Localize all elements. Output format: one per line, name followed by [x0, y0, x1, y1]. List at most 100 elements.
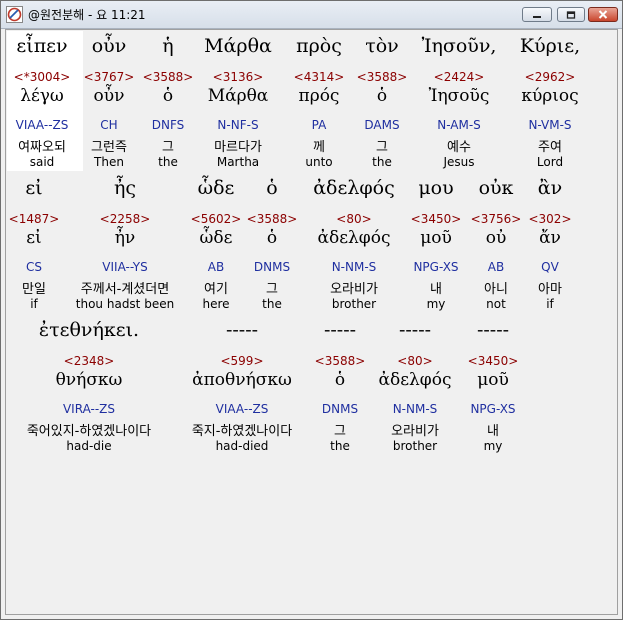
- lemma: Μάρθα: [207, 86, 269, 106]
- close-button[interactable]: [588, 7, 618, 22]
- parsing-code: VIAA--ZS: [15, 118, 69, 132]
- english-gloss: not: [486, 297, 506, 311]
- maximize-button[interactable]: [557, 7, 585, 22]
- english-gloss: here: [202, 297, 230, 311]
- parsing-code: PA: [311, 118, 327, 132]
- korean-gloss: 그: [266, 282, 278, 297]
- parsing-code: VIRA--ZS: [62, 402, 116, 416]
- korean-gloss: 주여: [538, 140, 562, 155]
- english-gloss: brother: [331, 297, 377, 311]
- parsing-code: DNFS: [151, 118, 185, 132]
- greek-word: Κύριε,: [519, 35, 581, 57]
- strong-number: <3756>: [470, 212, 522, 226]
- title-bar[interactable]: @원전분해 - 요 11:21: [1, 1, 622, 29]
- lemma: εἰ: [26, 228, 42, 248]
- strong-number: <302>: [528, 212, 572, 226]
- parsing-code: DNMS: [321, 402, 359, 416]
- korean-gloss: 죽어있지-하였겠나이다: [26, 424, 152, 439]
- greek-word: εἰ: [25, 177, 43, 199]
- greek-word: πρὸς: [296, 35, 342, 57]
- english-gloss: my: [483, 439, 503, 453]
- strong-number: <*3004>: [13, 70, 71, 84]
- lemma: ὁ: [162, 86, 174, 106]
- lemma: μοῦ: [477, 370, 509, 390]
- english-gloss: Then: [94, 155, 124, 169]
- lemma: Ἰησοῦς: [428, 86, 490, 106]
- korean-gloss: 께: [313, 140, 325, 155]
- lemma: ἀδελφός: [317, 228, 391, 248]
- greek-word: μου: [418, 177, 454, 199]
- english-gloss: said: [29, 155, 55, 169]
- parsing-code: N-NM-S: [331, 260, 377, 274]
- english-gloss: the: [330, 439, 350, 453]
- greek-word: Ἰησοῦν,: [421, 35, 497, 57]
- app-window: @원전분해 - 요 11:21 εἶπεν <*3004> λέγω VIAA-…: [0, 0, 623, 620]
- english-gloss: had-died: [215, 439, 269, 453]
- strong-number: <2348>: [63, 354, 115, 368]
- english-gloss: my: [426, 297, 446, 311]
- greek-word: -----: [476, 319, 510, 341]
- korean-gloss: 만일: [22, 282, 46, 297]
- english-gloss: had-die: [66, 439, 112, 453]
- lemma: μοῦ: [420, 228, 452, 248]
- lemma: ἀποθνήσκω: [192, 370, 292, 390]
- korean-gloss: 오라비가: [330, 282, 378, 297]
- korean-gloss: 내: [430, 282, 442, 297]
- lemma: οὐ: [485, 228, 507, 248]
- parsing-code: N-VM-S: [528, 118, 572, 132]
- parsing-code: VIIA--YS: [102, 260, 148, 274]
- strong-number: <3450>: [467, 354, 519, 368]
- lemma: κύριος: [521, 86, 579, 106]
- parsing-code: VIAA--ZS: [215, 402, 269, 416]
- strong-number: <3588>: [356, 70, 408, 84]
- parsing-code: CS: [26, 260, 42, 274]
- app-logo-icon: [6, 6, 23, 23]
- window-title: @원전분해 - 요 11:21: [28, 8, 146, 22]
- greek-word: οὖν: [91, 35, 127, 57]
- english-gloss: thou hadst been: [75, 297, 175, 311]
- korean-gloss: 아마: [538, 282, 562, 297]
- korean-gloss: 아니: [484, 282, 508, 297]
- close-icon: [598, 10, 608, 19]
- lemma: ἄν: [539, 228, 561, 248]
- parsing-code: N-AM-S: [437, 118, 481, 132]
- greek-word: ἡ: [162, 35, 174, 57]
- greek-word: ἦς: [113, 177, 137, 199]
- korean-gloss: 여기: [204, 282, 228, 297]
- greek-word: ὁ: [266, 177, 278, 199]
- lemma: ὁ: [376, 86, 388, 106]
- korean-gloss: 예수: [447, 140, 471, 155]
- korean-gloss: 그: [162, 140, 174, 155]
- english-gloss: brother: [392, 439, 438, 453]
- korean-gloss: 그: [376, 140, 388, 155]
- parsing-code: NPG-XS: [470, 402, 516, 416]
- maximize-icon: [566, 10, 576, 19]
- strong-number: <1487>: [8, 212, 60, 226]
- strong-number: <2424>: [433, 70, 485, 84]
- english-gloss: if: [30, 297, 38, 311]
- strong-number: <3450>: [410, 212, 462, 226]
- korean-gloss: 내: [487, 424, 499, 439]
- parsing-code: N-NM-S: [392, 402, 438, 416]
- parsing-code: QV: [541, 260, 559, 274]
- greek-word: Μάρθα: [204, 35, 272, 57]
- greek-word: -----: [225, 319, 259, 341]
- parsing-code: NPG-XS: [413, 260, 459, 274]
- parsing-code: DAMS: [364, 118, 400, 132]
- korean-gloss: 여짜오되: [18, 140, 66, 155]
- korean-gloss: 그런즉: [91, 140, 127, 155]
- minimize-button[interactable]: [522, 7, 552, 22]
- korean-gloss: 그: [334, 424, 346, 439]
- korean-gloss: 마르다가: [214, 140, 262, 155]
- lemma: ἀδελφός: [378, 370, 452, 390]
- minimize-icon: [533, 15, 541, 18]
- interlinear-panel: εἶπεν <*3004> λέγω VIAA--ZS 여짜오되 said οὖ…: [5, 29, 618, 615]
- greek-word: ἂν: [537, 177, 563, 199]
- korean-gloss: 주께서-계셨더면: [80, 282, 170, 297]
- greek-word: -----: [398, 319, 432, 341]
- english-gloss: unto: [305, 155, 333, 169]
- english-gloss: if: [546, 297, 554, 311]
- greek-word: τὸν: [365, 35, 399, 57]
- english-gloss: the: [262, 297, 282, 311]
- parsing-code: AB: [487, 260, 505, 274]
